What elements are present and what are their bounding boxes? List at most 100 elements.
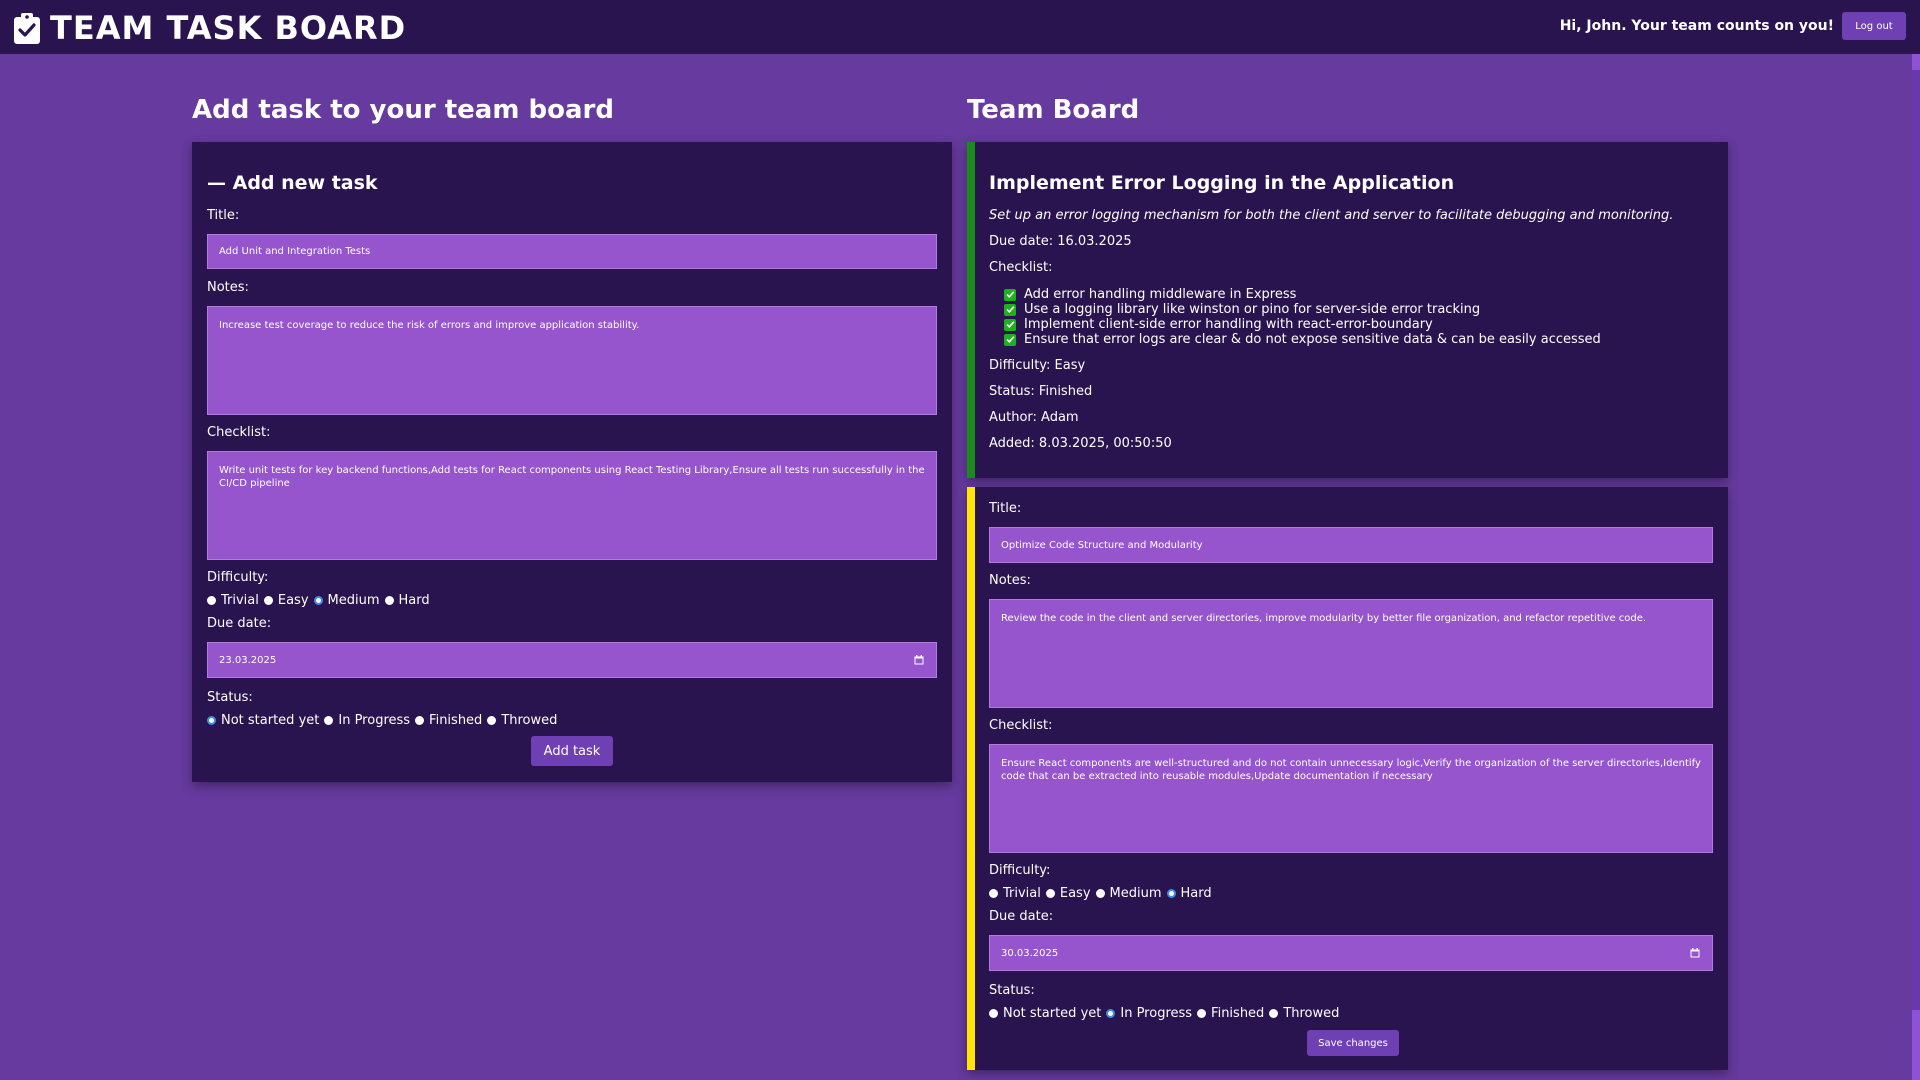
task-description: Set up an error logging mechanism for bo… [989, 208, 1674, 223]
due-date-input[interactable]: 23.03.2025 [207, 642, 937, 678]
checkbox-checked-icon[interactable] [1004, 303, 1016, 316]
add-task-button[interactable]: Add task [531, 736, 613, 766]
checkbox-checked-icon[interactable] [1004, 333, 1016, 346]
radio-icon [263, 596, 273, 605]
clipboard-check-icon [14, 13, 40, 44]
due-date-label: Due date: [989, 909, 1054, 924]
checklist-label: Checklist: [989, 718, 1053, 733]
difficulty-option-medium[interactable]: Medium [313, 593, 380, 608]
title-input[interactable]: Add Unit and Integration Tests [207, 234, 937, 269]
edit-title-value: Optimize Code Structure and Modularity [1001, 539, 1203, 551]
edit-due-date-input[interactable]: 30.03.2025 [989, 935, 1713, 971]
checklist-item-text: Implement client-side error handling wit… [1024, 317, 1433, 332]
save-changes-button[interactable]: Save changes [1307, 1030, 1399, 1056]
difficulty-option-easy[interactable]: Easy [263, 593, 309, 608]
due-date-label: Due date: [207, 616, 272, 631]
status-radio-group: Not started yet In Progress Finished Thr… [207, 713, 562, 728]
difficulty-option-label: Easy [1059, 886, 1091, 901]
notes-label: Notes: [207, 280, 249, 295]
status-option-not-started[interactable]: Not started yet [207, 713, 319, 728]
status-option-finished[interactable]: Finished [1197, 1006, 1264, 1021]
difficulty-option-medium[interactable]: Medium [1095, 886, 1162, 901]
status-label: Status: [207, 690, 253, 705]
status-option-label: Finished [1211, 1006, 1265, 1021]
difficulty-option-label: Trivial [221, 593, 259, 608]
checklist-item-text: Use a logging library like winston or pi… [1024, 302, 1481, 317]
task-card-editing: Title: Optimize Code Structure and Modul… [967, 487, 1728, 1070]
status-option-in-progress[interactable]: In Progress [324, 713, 410, 728]
difficulty-option-easy[interactable]: Easy [1045, 886, 1091, 901]
checkbox-checked-icon[interactable] [1004, 288, 1016, 301]
edit-checklist-textarea[interactable]: Ensure React components are well-structu… [989, 744, 1713, 853]
notes-textarea-value: Increase test coverage to reduce the ris… [219, 320, 640, 331]
scrollbar-thumb[interactable] [1912, 70, 1920, 1010]
checklist-textarea[interactable]: Write unit tests for key backend functio… [207, 451, 937, 560]
status-label: Status: [989, 983, 1035, 998]
status-radio-group: Not started yet In Progress Finished Thr… [989, 1006, 1344, 1021]
difficulty-option-label: Hard [1180, 886, 1212, 901]
radio-icon [324, 716, 334, 725]
radio-selected-icon [1166, 889, 1176, 898]
radio-selected-icon [1106, 1009, 1116, 1018]
edit-notes-textarea[interactable]: Review the code in the client and server… [989, 599, 1713, 708]
add-task-card-title[interactable]: — Add new task [207, 172, 378, 194]
radio-icon [487, 716, 497, 725]
calendar-icon[interactable] [914, 655, 924, 665]
difficulty-label: Difficulty: [989, 863, 1051, 878]
checklist-item-text: Ensure that error logs are clear & do no… [1024, 332, 1601, 347]
difficulty-label: Difficulty: [207, 570, 269, 585]
difficulty-option-label: Hard [398, 593, 430, 608]
task-title: Implement Error Logging in the Applicati… [989, 172, 1455, 194]
checklist-textarea-value: Write unit tests for key backend functio… [219, 465, 925, 489]
task-status: Status: Finished [989, 384, 1093, 399]
difficulty-option-label: Medium [327, 593, 380, 608]
notes-label: Notes: [989, 573, 1031, 588]
task-added: Added: 8.03.2025, 00:50:50 [989, 436, 1172, 451]
difficulty-option-label: Easy [277, 593, 309, 608]
task-author: Author: Adam [989, 410, 1079, 425]
add-task-heading: Add task to your team board [192, 95, 614, 125]
due-date-value: 23.03.2025 [219, 654, 277, 666]
radio-icon [989, 889, 998, 898]
status-option-not-started[interactable]: Not started yet [989, 1006, 1101, 1021]
difficulty-option-hard[interactable]: Hard [1166, 886, 1212, 901]
add-task-card: — Add new task Title: Add Unit and Integ… [192, 142, 952, 782]
team-board-heading: Team Board [967, 95, 1140, 125]
status-option-label: In Progress [338, 713, 411, 728]
checkbox-checked-icon[interactable] [1004, 318, 1016, 331]
title-input-value: Add Unit and Integration Tests [219, 246, 371, 257]
edit-due-date-value: 30.03.2025 [1001, 947, 1059, 959]
title-label: Title: [207, 208, 240, 223]
status-option-label: In Progress [1120, 1006, 1193, 1021]
calendar-icon[interactable] [1690, 948, 1700, 958]
edit-notes-value: Review the code in the client and server… [1001, 613, 1647, 624]
radio-icon [415, 716, 425, 725]
radio-icon [384, 596, 394, 605]
checklist-item-text: Add error handling middleware in Express [1024, 287, 1297, 302]
status-option-throwed[interactable]: Throwed [1269, 1006, 1339, 1021]
task-due-date: Due date: 16.03.2025 [989, 234, 1132, 249]
status-option-label: Not started yet [221, 713, 320, 728]
difficulty-radio-group: Trivial Easy Medium Hard [989, 886, 1217, 901]
status-option-throwed[interactable]: Throwed [487, 713, 557, 728]
radio-icon [1045, 889, 1055, 898]
title-label: Title: [989, 501, 1022, 516]
notes-textarea[interactable]: Increase test coverage to reduce the ris… [207, 306, 937, 415]
radio-icon [1197, 1009, 1207, 1018]
difficulty-option-trivial[interactable]: Trivial [989, 886, 1041, 901]
status-option-in-progress[interactable]: In Progress [1106, 1006, 1192, 1021]
checklist-item: Ensure that error logs are clear & do no… [1004, 332, 1601, 347]
radio-icon [989, 1009, 998, 1018]
status-option-finished[interactable]: Finished [415, 713, 482, 728]
edit-checklist-value: Ensure React components are well-structu… [1001, 758, 1701, 782]
logout-button[interactable]: Log out [1842, 12, 1906, 40]
difficulty-option-trivial[interactable]: Trivial [207, 593, 259, 608]
task-card-finished: Implement Error Logging in the Applicati… [967, 142, 1728, 478]
difficulty-option-hard[interactable]: Hard [384, 593, 430, 608]
checklist-item: Implement client-side error handling wit… [1004, 317, 1433, 332]
checklist-label: Checklist: [207, 425, 271, 440]
edit-title-input[interactable]: Optimize Code Structure and Modularity [989, 527, 1713, 563]
difficulty-option-label: Medium [1109, 886, 1162, 901]
task-difficulty: Difficulty: Easy [989, 358, 1086, 373]
radio-icon [1269, 1009, 1279, 1018]
